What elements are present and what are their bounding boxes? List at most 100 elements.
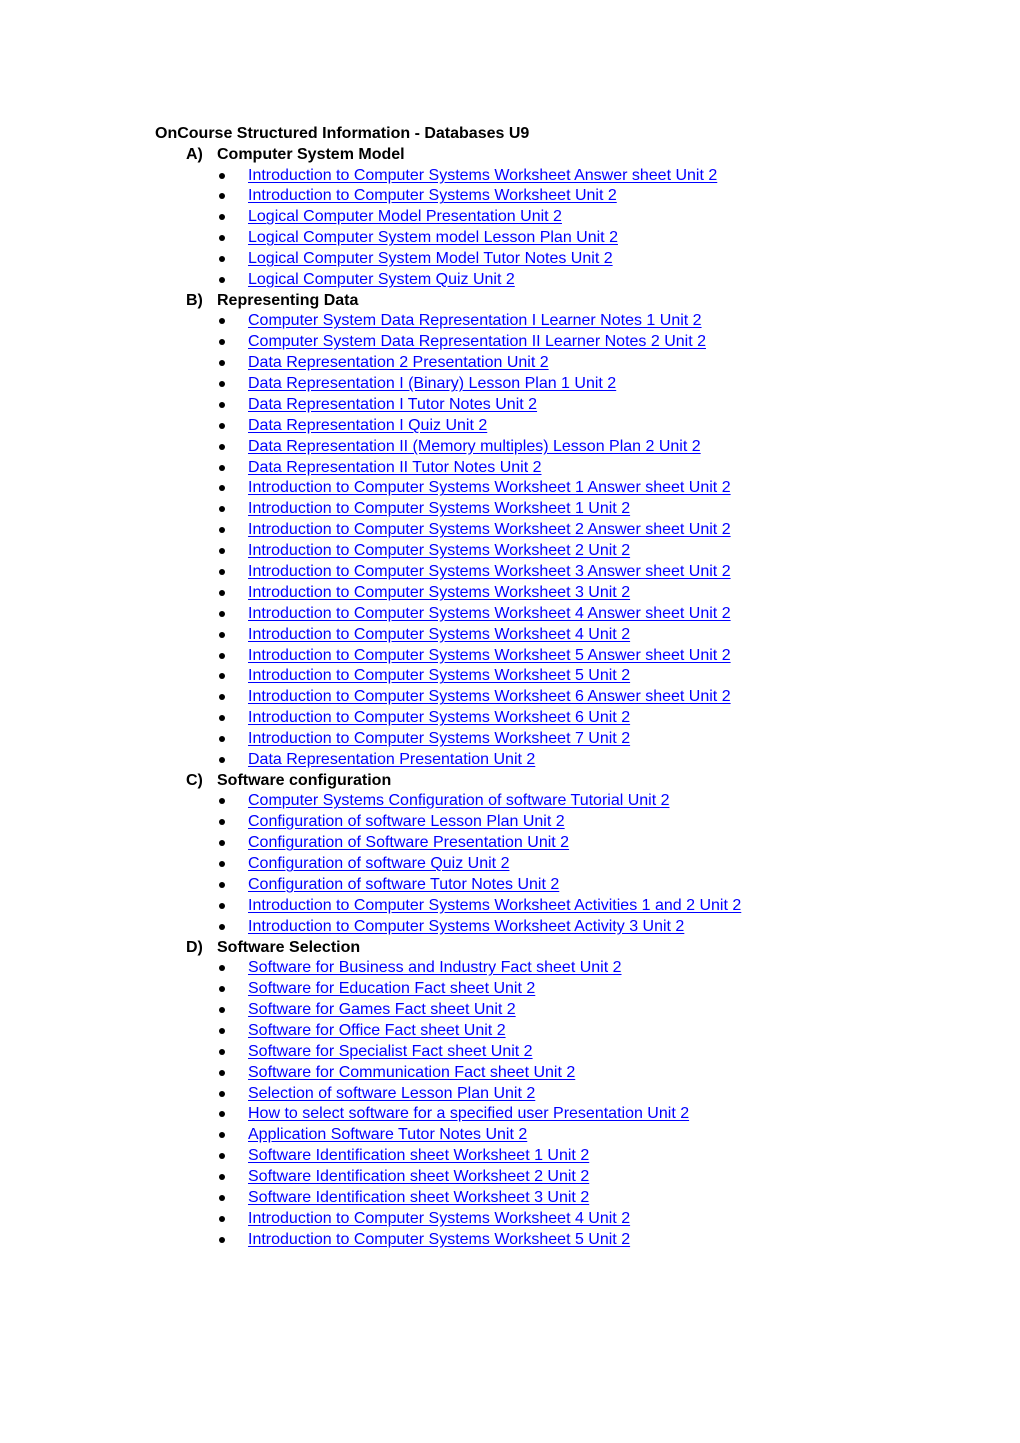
document-link[interactable]: Computer System Data Representation II L… [248,333,706,350]
list-item: Logical Computer System model Lesson Pla… [155,227,741,248]
bullet-icon [219,715,225,722]
list-item: Configuration of software Quiz Unit 2 [155,853,741,874]
list-item: Application Software Tutor Notes Unit 2 [155,1124,741,1145]
bullet-icon [219,1048,225,1055]
list-item: Data Representation Presentation Unit 2 [155,749,741,770]
bullet-icon [219,527,225,534]
document-link[interactable]: Introduction to Computer Systems Workshe… [248,688,731,705]
document-link[interactable]: Introduction to Computer Systems Workshe… [248,563,731,580]
list-item: Logical Computer Model Presentation Unit… [155,206,741,227]
bullet-icon [219,1236,225,1243]
document-link[interactable]: Software for Games Fact sheet Unit 2 [248,1001,516,1018]
document-link[interactable]: Software Identification sheet Worksheet … [248,1147,589,1164]
section-heading-text: Computer System Model [217,146,405,163]
list-item: Selection of software Lesson Plan Unit 2 [155,1083,741,1104]
bullet-icon [219,1006,225,1013]
bullet-icon [219,798,225,805]
list-item: Data Representation 2 Presentation Unit … [155,352,741,373]
bullet-icon [219,736,225,743]
document-link[interactable]: Introduction to Computer Systems Workshe… [248,584,630,601]
document-link[interactable]: Logical Computer Model Presentation Unit… [248,208,562,225]
document-link[interactable]: Introduction to Computer Systems Workshe… [248,1210,630,1227]
document-link[interactable]: Introduction to Computer Systems Workshe… [248,667,630,684]
document-body: OnCourse Structured Information - Databa… [155,124,741,1250]
document-link[interactable]: Software for Communication Fact sheet Un… [248,1064,575,1081]
document-link[interactable]: Introduction to Computer Systems Workshe… [248,187,617,204]
document-link[interactable]: Introduction to Computer Systems Workshe… [248,1231,630,1248]
bullet-icon [219,840,225,847]
document-link[interactable]: Introduction to Computer Systems Workshe… [248,626,630,643]
bullet-icon [219,1194,225,1201]
bullet-icon [219,1027,225,1034]
document-link[interactable]: Introduction to Computer Systems Workshe… [248,167,717,184]
document-link[interactable]: Introduction to Computer Systems Workshe… [248,918,684,935]
list-item: Introduction to Computer Systems Workshe… [155,1208,741,1229]
section-heading-text: Software Selection [217,938,361,956]
bullet-icon [219,694,225,701]
document-link[interactable]: Computer Systems Configuration of softwa… [248,792,670,809]
section-heading: C) Software configuration [155,770,741,791]
list-item: Computer System Data Representation I Le… [155,310,741,331]
bullet-icon [219,318,225,325]
document-link[interactable]: Data Representation I Quiz Unit 2 [248,417,487,434]
list-item: Introduction to Computer Systems Workshe… [155,895,741,916]
document-link[interactable]: Configuration of Software Presentation U… [248,834,569,851]
list-item: Configuration of Software Presentation U… [155,832,741,853]
list-item: Introduction to Computer Systems Workshe… [155,707,741,728]
document-link[interactable]: Software for Office Fact sheet Unit 2 [248,1022,506,1039]
document-link[interactable]: Configuration of software Tutor Notes Un… [248,876,559,893]
document-link[interactable]: Software for Specialist Fact sheet Unit … [248,1043,533,1060]
bullet-icon [219,610,225,617]
document-link[interactable]: Introduction to Computer Systems Workshe… [248,500,630,517]
document-link[interactable]: Software Identification sheet Worksheet … [248,1189,589,1206]
document-link[interactable]: Introduction to Computer Systems Workshe… [248,730,630,747]
document-link[interactable]: Software for Business and Industry Fact … [248,959,622,976]
document-link[interactable]: Introduction to Computer Systems Workshe… [248,479,731,496]
bullet-icon [219,214,225,221]
document-link[interactable]: Introduction to Computer Systems Workshe… [248,647,731,664]
list-item: Introduction to Computer Systems Workshe… [155,624,741,645]
document-link[interactable]: Data Representation Presentation Unit 2 [248,751,535,768]
list-item: Software for Office Fact sheet Unit 2 [155,1020,741,1041]
document-link[interactable]: Introduction to Computer Systems Workshe… [248,521,731,538]
document-link[interactable]: Introduction to Computer Systems Workshe… [248,709,630,726]
section-c: C) Software configuration Computer Syste… [155,770,741,937]
document-link[interactable]: Logical Computer System Model Tutor Note… [248,250,613,267]
list-item: Introduction to Computer Systems Workshe… [155,916,741,937]
list-item: Introduction to Computer Systems Workshe… [155,165,741,186]
list-item: Data Representation I Tutor Notes Unit 2 [155,394,741,415]
bullet-icon [219,902,225,909]
document-link[interactable]: Introduction to Computer Systems Workshe… [248,542,630,559]
document-link[interactable]: Selection of software Lesson Plan Unit 2 [248,1085,535,1102]
bullet-icon [219,401,225,408]
document-link[interactable]: Data Representation 2 Presentation Unit … [248,354,549,371]
list-item: Logical Computer System Model Tutor Note… [155,248,741,269]
list-item: Configuration of software Tutor Notes Un… [155,874,741,895]
document-link[interactable]: Data Representation II Tutor Notes Unit … [248,459,541,476]
bullet-icon [219,757,225,764]
bullet-icon [219,443,225,450]
bullet-icon [219,631,225,638]
document-link[interactable]: Introduction to Computer Systems Workshe… [248,605,731,622]
bullet-icon [219,1215,225,1222]
document-link[interactable]: Software Identification sheet Worksheet … [248,1168,589,1185]
document-link[interactable]: Introduction to Computer Systems Workshe… [248,897,741,914]
document-link[interactable]: Logical Computer System model Lesson Pla… [248,229,618,246]
document-link[interactable]: Configuration of software Quiz Unit 2 [248,855,509,872]
document-link[interactable]: Computer System Data Representation I Le… [248,312,702,329]
document-link[interactable]: Logical Computer System Quiz Unit 2 [248,271,515,288]
document-link[interactable]: Data Representation I Tutor Notes Unit 2 [248,396,537,413]
document-link[interactable]: Configuration of software Lesson Plan Un… [248,813,565,830]
bullet-icon [219,569,225,576]
document-link[interactable]: Data Representation II (Memory multiples… [248,438,701,455]
document-link[interactable]: How to select software for a specified u… [248,1105,689,1122]
list-item: Introduction to Computer Systems Workshe… [155,1229,741,1250]
list-item: Computer Systems Configuration of softwa… [155,790,741,811]
document-link[interactable]: Software for Education Fact sheet Unit 2 [248,980,535,997]
link-list: Software for Business and Industry Fact … [155,957,741,1249]
bullet-icon [219,965,225,972]
bullet-icon [219,1111,225,1118]
bullet-icon [219,589,225,596]
document-link[interactable]: Application Software Tutor Notes Unit 2 [248,1126,527,1143]
document-link[interactable]: Data Representation I (Binary) Lesson Pl… [248,375,616,392]
